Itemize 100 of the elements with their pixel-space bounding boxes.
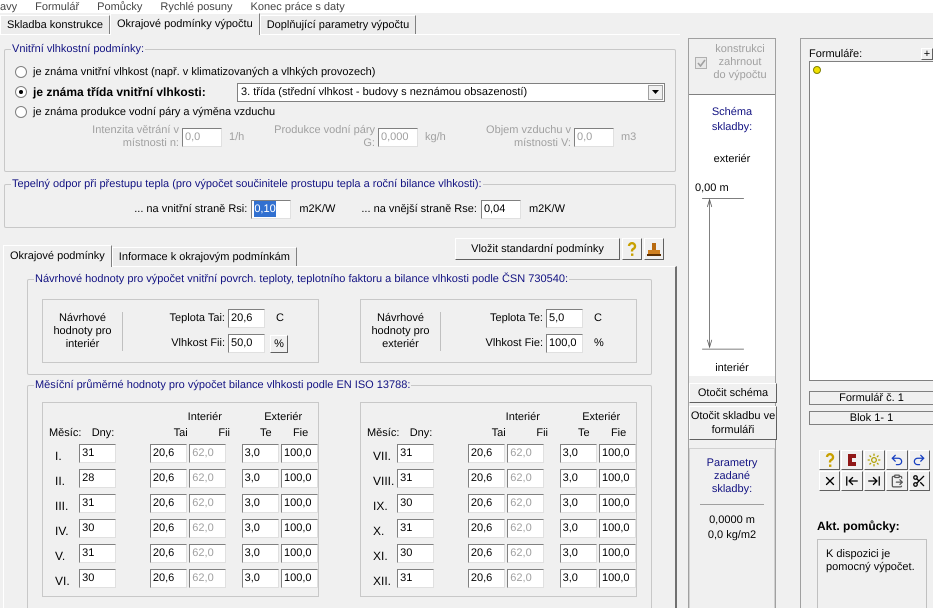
- input-field[interactable]: 3,0: [560, 469, 597, 488]
- month-label: I.: [54, 448, 63, 464]
- sub-tab[interactable]: Informace k okrajovým podmínkám: [112, 247, 297, 266]
- menu-item[interactable]: Konec práce s daty: [250, 1, 345, 13]
- input-field[interactable]: 100,0: [598, 469, 636, 488]
- input-field[interactable]: 30: [79, 569, 116, 588]
- menu-item[interactable]: avy: [0, 1, 18, 13]
- radio-button[interactable]: [15, 106, 27, 118]
- input-field[interactable]: 100,0: [598, 494, 636, 513]
- column-header: Fii: [535, 426, 549, 441]
- input-field[interactable]: 100,0: [280, 569, 318, 588]
- align-left-button[interactable]: [841, 471, 863, 491]
- unit-button[interactable]: %: [270, 334, 288, 352]
- radio-button[interactable]: [15, 86, 27, 98]
- input-field[interactable]: 31: [79, 494, 116, 513]
- cut-icon: [912, 474, 926, 488]
- input-field[interactable]: 20,6: [468, 494, 505, 513]
- input-field[interactable]: 100,0: [598, 519, 636, 538]
- input-field[interactable]: 20,6: [468, 519, 505, 538]
- input-field[interactable]: 31: [397, 519, 434, 538]
- block-icon: [846, 453, 858, 467]
- input-field[interactable]: 3,0: [560, 519, 597, 538]
- input-field[interactable]: 20,6: [150, 469, 187, 488]
- standard-conditions-button[interactable]: Vložit standardní podmínky: [455, 238, 620, 260]
- input-field[interactable]: 3,0: [560, 494, 597, 513]
- input-field[interactable]: 3,0: [242, 469, 279, 488]
- input-field[interactable]: 20,6: [150, 544, 187, 563]
- input-field[interactable]: 3,0: [560, 444, 597, 463]
- main-tab[interactable]: Doplňující parametry výpočtu: [260, 15, 416, 34]
- input-field[interactable]: 20,6: [468, 544, 505, 563]
- column-group-header: Interiér: [186, 410, 223, 425]
- input-field[interactable]: 20,6: [468, 444, 505, 463]
- help-button[interactable]: [819, 450, 840, 470]
- input-field[interactable]: 3,0: [242, 569, 279, 588]
- input-field[interactable]: 50,0: [228, 334, 265, 353]
- undo-button[interactable]: [886, 450, 908, 470]
- input-field[interactable]: 3,0: [242, 444, 279, 463]
- input-field[interactable]: 100,0: [280, 444, 318, 463]
- input-field[interactable]: 30: [397, 494, 434, 513]
- input-field[interactable]: 0,10: [251, 200, 292, 218]
- align-right-button[interactable]: [864, 471, 886, 491]
- menu-item[interactable]: Formulář: [35, 1, 80, 13]
- delete-button[interactable]: [819, 471, 840, 491]
- input-field[interactable]: 3,0: [560, 544, 597, 563]
- input-field[interactable]: 20,6: [150, 569, 187, 588]
- input-field[interactable]: 100,0: [598, 444, 636, 463]
- humidity-class-select[interactable]: 3. třída (střední vlhkost - budovy s neznámou obsazeností): [237, 82, 665, 102]
- input-field[interactable]: 20,6: [150, 519, 187, 538]
- input-field[interactable]: 31: [79, 444, 116, 463]
- input-field[interactable]: 3,0: [242, 519, 279, 538]
- help-button[interactable]: [622, 238, 642, 260]
- input-field[interactable]: 31: [397, 444, 434, 463]
- input-field[interactable]: 30: [79, 519, 116, 538]
- input-field[interactable]: 3,0: [242, 544, 279, 563]
- month-label: II.: [54, 472, 66, 490]
- schema-title: Schéma skladby:: [710, 105, 754, 135]
- input-field[interactable]: 28: [79, 469, 116, 488]
- input-field[interactable]: 30: [397, 544, 434, 563]
- field-label: Vlhkost Fii:: [170, 336, 225, 352]
- input-field[interactable]: 100,0: [598, 544, 636, 563]
- unit-label: m2K/W: [528, 202, 565, 217]
- unit-label: kg/h: [424, 130, 447, 145]
- radio-button[interactable]: [15, 66, 27, 78]
- input-field[interactable]: 20,6: [150, 494, 187, 513]
- input-field[interactable]: 3,0: [242, 494, 279, 513]
- cut-button[interactable]: [908, 471, 930, 491]
- column-header: Te: [258, 426, 273, 441]
- add-button[interactable]: +: [921, 48, 933, 60]
- input-field[interactable]: 100,0: [598, 569, 636, 588]
- input-field[interactable]: 100,0: [546, 334, 583, 353]
- input-field[interactable]: 100,0: [280, 544, 318, 563]
- input-field[interactable]: 31: [397, 469, 434, 488]
- block-button[interactable]: [841, 450, 863, 470]
- input-field[interactable]: 0,04: [480, 200, 521, 218]
- input-field[interactable]: 20,6: [468, 469, 505, 488]
- schema-button[interactable]: Otočit schéma: [689, 383, 777, 403]
- schema-button[interactable]: Otočit skladbu ve formuláři: [689, 406, 777, 440]
- redo-icon: [912, 453, 926, 467]
- input-field[interactable]: 20,6: [150, 444, 187, 463]
- stamp-button[interactable]: [644, 238, 664, 260]
- form-node-icon[interactable]: [813, 66, 821, 74]
- input-field[interactable]: 20,6: [468, 569, 505, 588]
- sun-button[interactable]: [864, 450, 886, 470]
- sub-tab[interactable]: Okrajové podmínky: [3, 245, 112, 267]
- menu-item[interactable]: Rychlé posuny: [160, 1, 233, 13]
- input-field[interactable]: 31: [79, 544, 116, 563]
- input-field[interactable]: 100,0: [280, 519, 318, 538]
- main-tab[interactable]: Skladba konstrukce: [0, 15, 110, 34]
- input-field[interactable]: 31: [397, 569, 434, 588]
- paste-button[interactable]: [886, 471, 908, 491]
- month-label: IV.: [54, 522, 70, 540]
- input-field[interactable]: 5,0: [546, 309, 583, 328]
- input-field[interactable]: 20,6: [228, 309, 265, 328]
- schema-bottom-label: interiér: [715, 360, 749, 376]
- input-field[interactable]: 100,0: [280, 494, 318, 513]
- redo-button[interactable]: [908, 450, 930, 470]
- input-field[interactable]: 3,0: [560, 569, 597, 588]
- input-field[interactable]: 100,0: [280, 469, 318, 488]
- main-tab[interactable]: Okrajové podmínky výpočtu: [110, 13, 260, 35]
- menu-item[interactable]: Pomůcky: [97, 1, 142, 13]
